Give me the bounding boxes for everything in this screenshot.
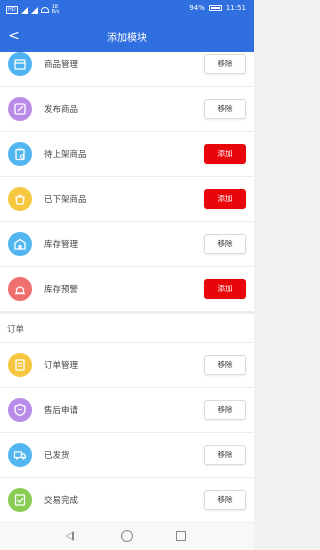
net-speed: 18 B/s — [52, 5, 60, 15]
bag-icon — [8, 187, 32, 211]
module-row: 库存预警 添加 — [0, 267, 254, 312]
add-button[interactable]: 添加 — [204, 279, 246, 299]
wifi-icon — [40, 7, 49, 13]
battery-icon — [208, 5, 222, 11]
nav-home-icon[interactable] — [121, 530, 133, 542]
module-label: 发布商品 — [44, 105, 79, 115]
page-title: 添加模块 — [107, 33, 147, 44]
section-header-orders: 订单 — [0, 314, 254, 343]
module-row: 发布商品 移除 — [0, 87, 254, 132]
truck-icon — [8, 443, 32, 467]
section-title: 订单 — [7, 325, 25, 335]
shield-icon — [8, 398, 32, 422]
remove-button[interactable]: 移除 — [204, 99, 246, 119]
module-row: 售后申请 移除 — [0, 388, 254, 433]
signal-icon — [20, 6, 28, 14]
system-nav-bar — [0, 523, 254, 550]
remove-button[interactable]: 移除 — [204, 445, 246, 465]
remove-button[interactable]: 移除 — [204, 355, 246, 375]
module-row: 库存管理 移除 — [0, 222, 254, 267]
signal-icon-2 — [30, 6, 38, 14]
module-label: 库存预警 — [44, 285, 79, 295]
module-row: 商品管理 移除 — [0, 52, 254, 87]
edit-icon — [8, 97, 32, 121]
status-left: HD 18 B/s — [6, 5, 59, 15]
module-label: 已下架商品 — [44, 195, 87, 205]
module-label: 订单管理 — [44, 361, 79, 371]
module-row: 已发货 移除 — [0, 433, 254, 478]
remove-button[interactable]: 移除 — [204, 400, 246, 420]
net-speed-unit: B/s — [51, 9, 60, 15]
nav-recent-icon[interactable] — [176, 531, 186, 541]
module-row: 待上架商品 添加 — [0, 132, 254, 177]
add-button[interactable]: 添加 — [204, 189, 246, 209]
module-label: 库存管理 — [44, 240, 79, 250]
battery-percent: 94% — [189, 4, 205, 12]
module-label: 商品管理 — [44, 60, 79, 70]
module-label: 待上架商品 — [44, 150, 87, 160]
done-icon — [8, 488, 32, 512]
module-list[interactable]: 订单 商品管理 移除 发布商品 移除 待上架商品 添加 已下架商品 添加 库存管理 移除 库存预警添… — [0, 52, 254, 523]
clock: 11:51 — [225, 4, 246, 12]
status-right: 94% 11:51 — [189, 4, 246, 12]
hd-label: HD — [6, 6, 18, 14]
box-icon — [8, 52, 32, 76]
alarm-icon — [8, 277, 32, 301]
remove-button[interactable]: 移除 — [204, 490, 246, 510]
order-icon — [8, 353, 32, 377]
remove-button[interactable]: 移除 — [204, 54, 246, 74]
module-label: 售后申请 — [44, 406, 79, 416]
remove-button[interactable]: 移除 — [204, 234, 246, 254]
status-bar: HD 18 B/s 94% 11:51 — [0, 0, 254, 20]
module-row: 订单管理 移除 — [0, 343, 254, 388]
module-label: 交易完成 — [44, 496, 79, 506]
module-row: 已下架商品 添加 — [0, 177, 254, 222]
module-row: 交易完成 移除 — [0, 478, 254, 523]
add-button[interactable]: 添加 — [204, 144, 246, 164]
clipboard-icon — [8, 142, 32, 166]
module-label: 已发货 — [44, 451, 70, 461]
app-header: < 添加模块 — [0, 20, 254, 52]
warehouse-icon — [8, 232, 32, 256]
nav-back-icon[interactable] — [66, 531, 74, 541]
